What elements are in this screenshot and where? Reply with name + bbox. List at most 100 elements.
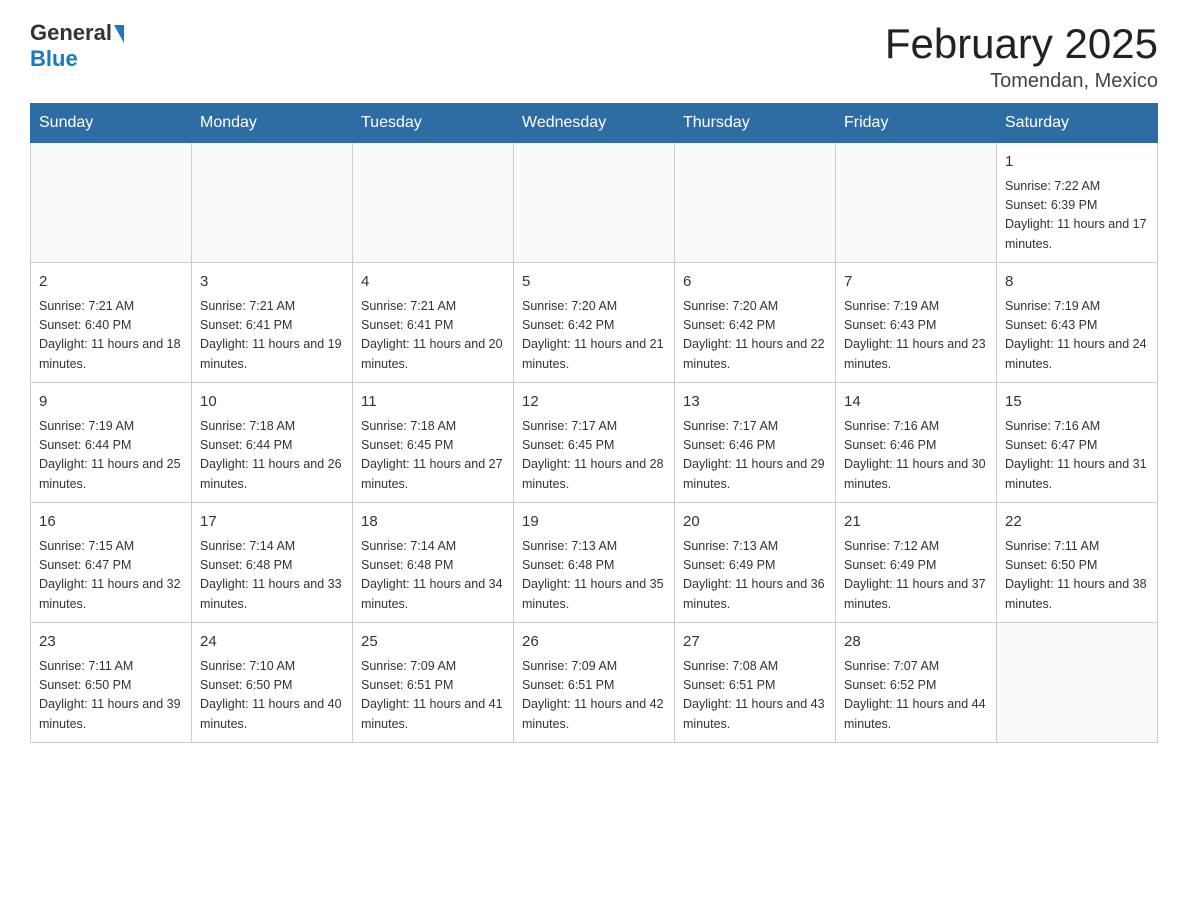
day-number: 9 xyxy=(39,391,183,414)
calendar-day-cell xyxy=(353,143,514,263)
day-number: 1 xyxy=(1005,151,1149,174)
calendar-day-cell: 7 Sunrise: 7:19 AMSunset: 6:43 PMDaylight… xyxy=(836,263,997,383)
day-info: Sunrise: 7:10 AMSunset: 6:50 PMDaylight:… xyxy=(200,657,344,735)
day-info: Sunrise: 7:09 AMSunset: 6:51 PMDaylight:… xyxy=(522,657,666,735)
day-number: 17 xyxy=(200,511,344,534)
weekday-header-wednesday: Wednesday xyxy=(514,104,675,143)
day-info: Sunrise: 7:18 AMSunset: 6:45 PMDaylight:… xyxy=(361,417,505,495)
calendar-day-cell: 2 Sunrise: 7:21 AMSunset: 6:40 PMDaylight… xyxy=(31,263,192,383)
calendar-day-cell xyxy=(675,143,836,263)
day-info: Sunrise: 7:16 AMSunset: 6:46 PMDaylight:… xyxy=(844,417,988,495)
day-number: 8 xyxy=(1005,271,1149,294)
day-info: Sunrise: 7:14 AMSunset: 6:48 PMDaylight:… xyxy=(361,537,505,615)
calendar-day-cell: 20 Sunrise: 7:13 AMSunset: 6:49 PMDayligh… xyxy=(675,503,836,623)
calendar-day-cell: 3 Sunrise: 7:21 AMSunset: 6:41 PMDaylight… xyxy=(192,263,353,383)
calendar-day-cell: 10 Sunrise: 7:18 AMSunset: 6:44 PMDayligh… xyxy=(192,383,353,503)
logo-blue-text: Blue xyxy=(30,46,78,72)
day-info: Sunrise: 7:22 AMSunset: 6:39 PMDaylight:… xyxy=(1005,177,1149,255)
day-number: 13 xyxy=(683,391,827,414)
calendar-week-row: 23 Sunrise: 7:11 AMSunset: 6:50 PMDayligh… xyxy=(31,623,1158,743)
calendar-day-cell xyxy=(514,143,675,263)
day-number: 19 xyxy=(522,511,666,534)
day-number: 7 xyxy=(844,271,988,294)
calendar-day-cell: 25 Sunrise: 7:09 AMSunset: 6:51 PMDayligh… xyxy=(353,623,514,743)
day-info: Sunrise: 7:07 AMSunset: 6:52 PMDaylight:… xyxy=(844,657,988,735)
weekday-header-tuesday: Tuesday xyxy=(353,104,514,143)
calendar-day-cell: 4Sunrise: 7:21 AMSunset: 6:41 PMDaylight… xyxy=(353,263,514,383)
title-area: February 2025 Tomendan, Mexico xyxy=(885,20,1158,93)
day-info: Sunrise: 7:21 AMSunset: 6:40 PMDaylight:… xyxy=(39,297,183,375)
weekday-header-saturday: Saturday xyxy=(997,104,1158,143)
day-info: Sunrise: 7:19 AMSunset: 6:43 PMDaylight:… xyxy=(1005,297,1149,375)
calendar-day-cell: 15 Sunrise: 7:16 AMSunset: 6:47 PMDayligh… xyxy=(997,383,1158,503)
calendar-day-cell xyxy=(31,143,192,263)
day-info: Sunrise: 7:15 AMSunset: 6:47 PMDaylight:… xyxy=(39,537,183,615)
day-number: 14 xyxy=(844,391,988,414)
day-info: Sunrise: 7:19 AMSunset: 6:44 PMDaylight:… xyxy=(39,417,183,495)
calendar-day-cell: 5Sunrise: 7:20 AMSunset: 6:42 PMDaylight… xyxy=(514,263,675,383)
calendar-table: SundayMondayTuesdayWednesdayThursdayFrid… xyxy=(30,103,1158,743)
weekday-header-friday: Friday xyxy=(836,104,997,143)
calendar-day-cell: 17 Sunrise: 7:14 AMSunset: 6:48 PMDayligh… xyxy=(192,503,353,623)
day-number: 24 xyxy=(200,631,344,654)
weekday-header-monday: Monday xyxy=(192,104,353,143)
page-header: General Blue February 2025 Tomendan, Mex… xyxy=(30,20,1158,93)
day-number: 2 xyxy=(39,271,183,294)
weekday-header-sunday: Sunday xyxy=(31,104,192,143)
day-info: Sunrise: 7:17 AMSunset: 6:46 PMDaylight:… xyxy=(683,417,827,495)
day-info: Sunrise: 7:08 AMSunset: 6:51 PMDaylight:… xyxy=(683,657,827,735)
logo-general-text: General xyxy=(30,20,112,46)
day-info: Sunrise: 7:19 AMSunset: 6:43 PMDaylight:… xyxy=(844,297,988,375)
day-number: 21 xyxy=(844,511,988,534)
calendar-week-row: 9 Sunrise: 7:19 AMSunset: 6:44 PMDaylight… xyxy=(31,383,1158,503)
location: Tomendan, Mexico xyxy=(885,70,1158,93)
calendar-day-cell: 16 Sunrise: 7:15 AMSunset: 6:47 PMDayligh… xyxy=(31,503,192,623)
day-number: 16 xyxy=(39,511,183,534)
day-info: Sunrise: 7:21 AMSunset: 6:41 PMDaylight:… xyxy=(200,297,344,375)
day-info: Sunrise: 7:20 AMSunset: 6:42 PMDaylight:… xyxy=(522,297,666,375)
day-info: Sunrise: 7:13 AMSunset: 6:49 PMDaylight:… xyxy=(683,537,827,615)
day-number: 26 xyxy=(522,631,666,654)
day-number: 25 xyxy=(361,631,505,654)
calendar-week-row: 2 Sunrise: 7:21 AMSunset: 6:40 PMDaylight… xyxy=(31,263,1158,383)
day-number: 3 xyxy=(200,271,344,294)
day-number: 28 xyxy=(844,631,988,654)
calendar-day-cell xyxy=(836,143,997,263)
calendar-day-cell: 23 Sunrise: 7:11 AMSunset: 6:50 PMDayligh… xyxy=(31,623,192,743)
calendar-week-row: 1 Sunrise: 7:22 AMSunset: 6:39 PMDaylight… xyxy=(31,143,1158,263)
day-info: Sunrise: 7:16 AMSunset: 6:47 PMDaylight:… xyxy=(1005,417,1149,495)
calendar-day-cell: 8 Sunrise: 7:19 AMSunset: 6:43 PMDaylight… xyxy=(997,263,1158,383)
day-number: 12 xyxy=(522,391,666,414)
day-info: Sunrise: 7:14 AMSunset: 6:48 PMDaylight:… xyxy=(200,537,344,615)
day-info: Sunrise: 7:11 AMSunset: 6:50 PMDaylight:… xyxy=(39,657,183,735)
day-info: Sunrise: 7:21 AMSunset: 6:41 PMDaylight:… xyxy=(361,297,505,375)
calendar-day-cell: 19Sunrise: 7:13 AMSunset: 6:48 PMDayligh… xyxy=(514,503,675,623)
day-number: 10 xyxy=(200,391,344,414)
calendar-day-cell: 28 Sunrise: 7:07 AMSunset: 6:52 PMDayligh… xyxy=(836,623,997,743)
logo: General Blue xyxy=(30,20,124,72)
calendar-day-cell: 12 Sunrise: 7:17 AMSunset: 6:45 PMDayligh… xyxy=(514,383,675,503)
day-number: 6 xyxy=(683,271,827,294)
calendar-day-cell: 11Sunrise: 7:18 AMSunset: 6:45 PMDayligh… xyxy=(353,383,514,503)
calendar-day-cell: 13 Sunrise: 7:17 AMSunset: 6:46 PMDayligh… xyxy=(675,383,836,503)
day-number: 27 xyxy=(683,631,827,654)
calendar-day-cell: 1 Sunrise: 7:22 AMSunset: 6:39 PMDaylight… xyxy=(997,143,1158,263)
calendar-day-cell: 14 Sunrise: 7:16 AMSunset: 6:46 PMDayligh… xyxy=(836,383,997,503)
day-number: 23 xyxy=(39,631,183,654)
calendar-day-cell: 27 Sunrise: 7:08 AMSunset: 6:51 PMDayligh… xyxy=(675,623,836,743)
calendar-day-cell xyxy=(192,143,353,263)
day-info: Sunrise: 7:18 AMSunset: 6:44 PMDaylight:… xyxy=(200,417,344,495)
calendar-day-cell xyxy=(997,623,1158,743)
logo-arrow-icon xyxy=(114,25,124,43)
calendar-day-cell: 24 Sunrise: 7:10 AMSunset: 6:50 PMDayligh… xyxy=(192,623,353,743)
weekday-header-row: SundayMondayTuesdayWednesdayThursdayFrid… xyxy=(31,104,1158,143)
day-number: 18 xyxy=(361,511,505,534)
day-info: Sunrise: 7:17 AMSunset: 6:45 PMDaylight:… xyxy=(522,417,666,495)
day-info: Sunrise: 7:20 AMSunset: 6:42 PMDaylight:… xyxy=(683,297,827,375)
calendar-day-cell: 6 Sunrise: 7:20 AMSunset: 6:42 PMDaylight… xyxy=(675,263,836,383)
calendar-day-cell: 22Sunrise: 7:11 AMSunset: 6:50 PMDayligh… xyxy=(997,503,1158,623)
day-info: Sunrise: 7:09 AMSunset: 6:51 PMDaylight:… xyxy=(361,657,505,735)
day-number: 20 xyxy=(683,511,827,534)
day-number: 22 xyxy=(1005,511,1149,534)
day-number: 15 xyxy=(1005,391,1149,414)
